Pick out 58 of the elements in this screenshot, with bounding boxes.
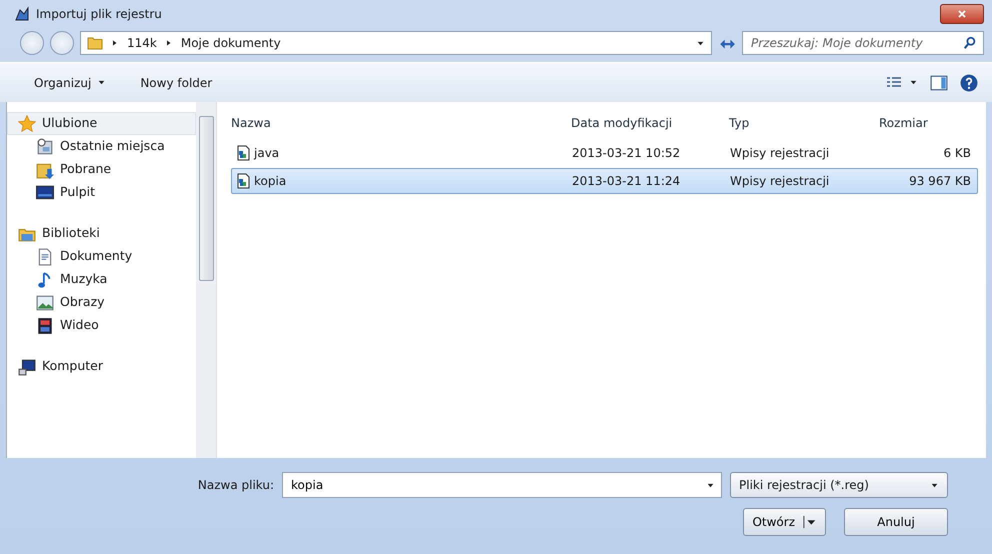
close-button[interactable] bbox=[940, 4, 984, 24]
folder-icon bbox=[87, 35, 103, 51]
file-size: 6 KB bbox=[942, 145, 972, 162]
sidebar-item[interactable]: Obrazy bbox=[7, 291, 196, 314]
sidebar-item[interactable]: Dokumenty bbox=[7, 245, 196, 268]
file-row[interactable]: java 2013-03-21 10:52 Wpisy rejestracji 6 KB bbox=[231, 140, 978, 166]
close-icon bbox=[956, 8, 968, 20]
scrollbar-thumb[interactable] bbox=[198, 116, 214, 281]
chevron-icon bbox=[111, 39, 119, 47]
column-header[interactable]: Rozmiar bbox=[879, 114, 978, 132]
chevron-icon bbox=[164, 39, 173, 47]
column-header[interactable]: Data modyfikacji bbox=[571, 114, 729, 132]
sidebar-item[interactable]: Biblioteki bbox=[7, 222, 196, 245]
file-size: 93 967 KB bbox=[908, 173, 972, 190]
caret-icon bbox=[97, 78, 106, 87]
sidebar-item[interactable]: Wideo bbox=[7, 314, 196, 337]
column-header[interactable]: Nazwa bbox=[231, 114, 571, 132]
column-header[interactable]: Typ bbox=[729, 114, 879, 132]
search-field[interactable]: Przeszukaj: Moje dokumenty bbox=[742, 31, 984, 55]
new-folder-button[interactable]: Nowy folder bbox=[136, 72, 216, 94]
open-button[interactable]: Otwórz bbox=[743, 508, 826, 536]
window-title: Importuj plik rejestru bbox=[36, 6, 163, 23]
sidebar-item[interactable]: Pobrane bbox=[7, 158, 196, 181]
star-icon bbox=[18, 114, 36, 132]
file-type: Wpisy rejestracji bbox=[730, 145, 830, 162]
file-name: java bbox=[254, 145, 280, 162]
recent-places-icon bbox=[36, 138, 54, 156]
file-date: 2013-03-21 11:24 bbox=[572, 173, 682, 190]
sidebar-item[interactable]: Ulubione bbox=[7, 112, 196, 135]
registry-file-icon bbox=[235, 145, 251, 161]
picture-icon bbox=[36, 294, 54, 312]
sidebar-item[interactable]: Ostatnie miejsca bbox=[7, 135, 196, 158]
caret-icon bbox=[909, 78, 918, 87]
sidebar-item[interactable]: Muzyka bbox=[7, 268, 196, 291]
document-icon bbox=[36, 248, 54, 266]
cancel-button[interactable]: Anuluj bbox=[844, 508, 948, 536]
help-icon[interactable] bbox=[960, 74, 978, 92]
computer-icon bbox=[18, 358, 36, 376]
sidebar-item[interactable]: Komputer bbox=[7, 355, 196, 378]
breadcrumb-item[interactable]: 114k bbox=[127, 34, 157, 52]
desktop-icon bbox=[36, 184, 54, 202]
filename-label: Nazwa pliku: bbox=[198, 477, 274, 494]
file-row[interactable]: kopia 2013-03-21 11:24 Wpisy rejestracji 93 967 KB bbox=[231, 168, 978, 194]
breadcrumb-item[interactable]: Moje dokumenty bbox=[180, 34, 281, 52]
file-date: 2013-03-21 10:52 bbox=[572, 145, 682, 162]
registry-app-icon bbox=[14, 6, 30, 22]
address-bar[interactable]: 114k Moje dokumenty bbox=[80, 31, 712, 55]
registry-file-icon bbox=[235, 173, 251, 189]
file-type: Wpisy rejestracji bbox=[730, 173, 830, 190]
filename-field[interactable]: kopia bbox=[282, 472, 722, 498]
preview-pane-icon[interactable] bbox=[930, 74, 948, 92]
file-name: kopia bbox=[254, 173, 286, 190]
sidebar-item[interactable]: Pulpit bbox=[7, 181, 196, 204]
file-type-dropdown[interactable]: Pliki rejestracji (*.reg) bbox=[730, 472, 948, 498]
organize-menu-button[interactable]: Organizuj bbox=[30, 72, 110, 94]
film-strip-icon bbox=[36, 316, 54, 334]
search-icon bbox=[963, 36, 977, 50]
caret-icon bbox=[803, 514, 817, 530]
